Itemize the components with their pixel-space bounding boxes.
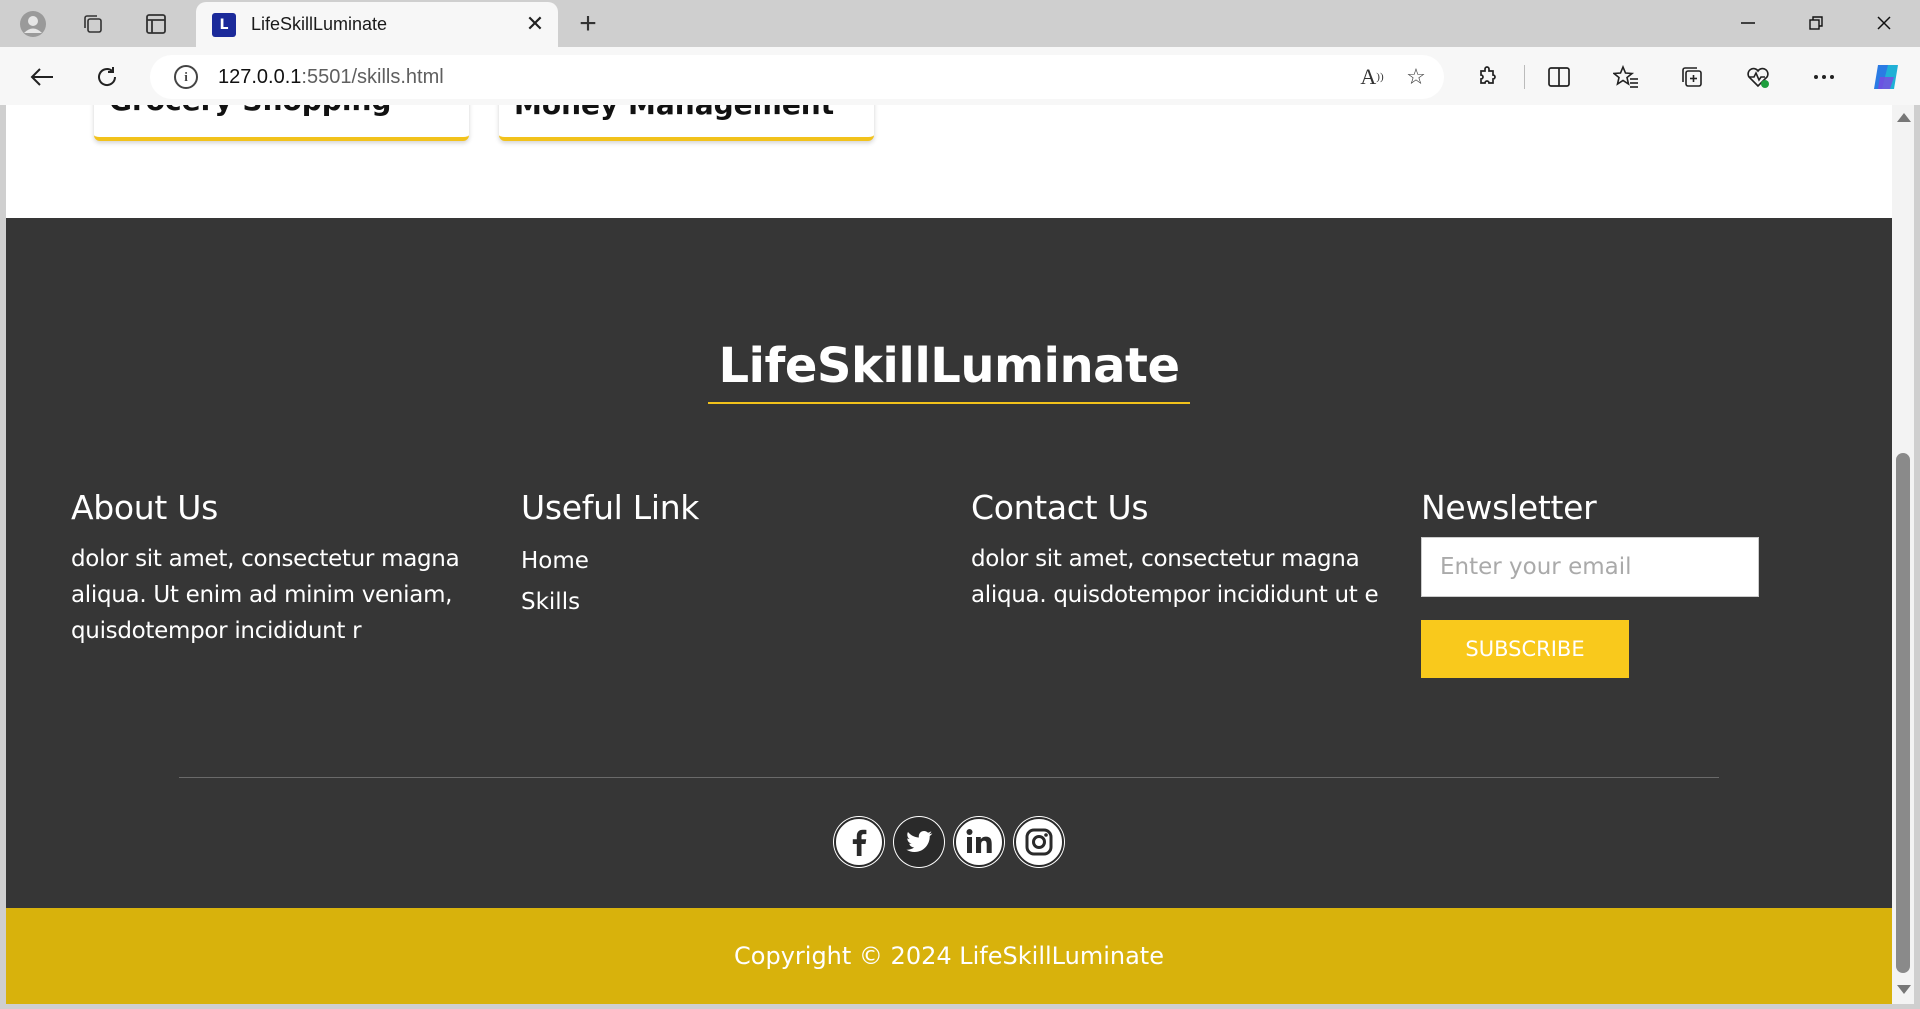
scroll-down-arrow-icon[interactable] bbox=[1897, 985, 1911, 994]
copyright-bar: Copyright © 2024 LifeSkillLuminate bbox=[6, 908, 1892, 1004]
back-icon[interactable] bbox=[22, 57, 62, 97]
page-viewport: Grocery Shopping Money Management LifeSk… bbox=[6, 105, 1892, 1004]
useful-links-column: Useful Link Home Skills bbox=[521, 488, 931, 623]
newsletter-email-input[interactable] bbox=[1421, 537, 1759, 597]
footer-link-home[interactable]: Home bbox=[521, 541, 931, 582]
copyright-text: Copyright © 2024 LifeSkillLuminate bbox=[734, 942, 1164, 970]
footer-divider bbox=[179, 777, 1719, 778]
site-footer: LifeSkillLuminate About Us dolor sit ame… bbox=[6, 218, 1892, 908]
newsletter-column: Newsletter SUBSCRIBE bbox=[1421, 488, 1831, 678]
about-text: dolor sit amet, consectetur magna aliqua… bbox=[71, 546, 460, 644]
page-scrollbar[interactable] bbox=[1892, 105, 1914, 1004]
scroll-up-arrow-icon[interactable] bbox=[1897, 113, 1911, 122]
url-text[interactable]: 127.0.0.1:5501/skills.html bbox=[218, 66, 1350, 89]
favorites-icon[interactable] bbox=[1606, 57, 1646, 97]
skill-card[interactable]: Money Management bbox=[499, 105, 874, 141]
toolbar-divider bbox=[1524, 65, 1525, 89]
tab-actions-icon[interactable] bbox=[138, 6, 174, 42]
subscribe-button[interactable]: SUBSCRIBE bbox=[1421, 620, 1629, 678]
scrollbar-thumb[interactable] bbox=[1896, 453, 1910, 973]
contact-heading: Contact Us bbox=[971, 488, 1149, 527]
skill-card-title: Grocery Shopping bbox=[109, 105, 391, 117]
instagram-icon[interactable] bbox=[1013, 816, 1065, 868]
collections-icon[interactable] bbox=[1672, 57, 1712, 97]
browser-toolbar: i 127.0.0.1:5501/skills.html A)) ☆ bbox=[0, 47, 1920, 105]
footer-link-skills[interactable]: Skills bbox=[521, 582, 931, 623]
skill-card-title: Money Management bbox=[514, 105, 834, 121]
useful-links-heading: Useful Link bbox=[521, 488, 700, 527]
social-links bbox=[6, 816, 1892, 868]
restore-icon[interactable] bbox=[1782, 0, 1850, 46]
extensions-icon[interactable] bbox=[1468, 57, 1508, 97]
newsletter-heading: Newsletter bbox=[1421, 488, 1597, 527]
about-column: About Us dolor sit amet, consectetur mag… bbox=[71, 488, 481, 649]
favicon-icon: L bbox=[212, 12, 236, 37]
footer-brand: LifeSkillLuminate bbox=[6, 338, 1892, 404]
tab-strip: L LifeSkillLuminate ✕ + bbox=[0, 0, 1920, 47]
more-menu-icon[interactable] bbox=[1804, 57, 1844, 97]
read-aloud-icon[interactable]: A)) bbox=[1350, 55, 1394, 99]
refresh-icon[interactable] bbox=[87, 57, 127, 97]
window-close-icon[interactable] bbox=[1850, 0, 1918, 46]
favorite-star-icon[interactable]: ☆ bbox=[1394, 55, 1438, 99]
facebook-icon[interactable] bbox=[833, 816, 885, 868]
copilot-icon[interactable] bbox=[1866, 57, 1906, 97]
twitter-icon[interactable] bbox=[893, 816, 945, 868]
site-info-icon[interactable]: i bbox=[174, 65, 198, 89]
new-tab-icon[interactable]: + bbox=[568, 6, 608, 42]
minimize-icon[interactable] bbox=[1714, 0, 1782, 46]
contact-column: Contact Us dolor sit amet, consectetur m… bbox=[971, 488, 1381, 613]
about-heading: About Us bbox=[71, 488, 219, 527]
footer-brand-title: LifeSkillLuminate bbox=[708, 338, 1190, 404]
workspaces-icon[interactable] bbox=[75, 6, 111, 42]
contact-text: dolor sit amet, consectetur magna aliqua… bbox=[971, 546, 1379, 608]
browser-essentials-icon[interactable] bbox=[1738, 57, 1778, 97]
address-bar[interactable]: i 127.0.0.1:5501/skills.html A)) ☆ bbox=[150, 55, 1444, 99]
close-tab-icon[interactable]: ✕ bbox=[520, 10, 550, 40]
profile-icon[interactable] bbox=[15, 6, 51, 42]
split-screen-icon[interactable] bbox=[1539, 57, 1579, 97]
tab-active[interactable]: L LifeSkillLuminate ✕ bbox=[196, 2, 558, 47]
linkedin-icon[interactable] bbox=[953, 816, 1005, 868]
tab-title: LifeSkillLuminate bbox=[251, 14, 388, 34]
skill-card[interactable]: Grocery Shopping bbox=[94, 105, 469, 141]
